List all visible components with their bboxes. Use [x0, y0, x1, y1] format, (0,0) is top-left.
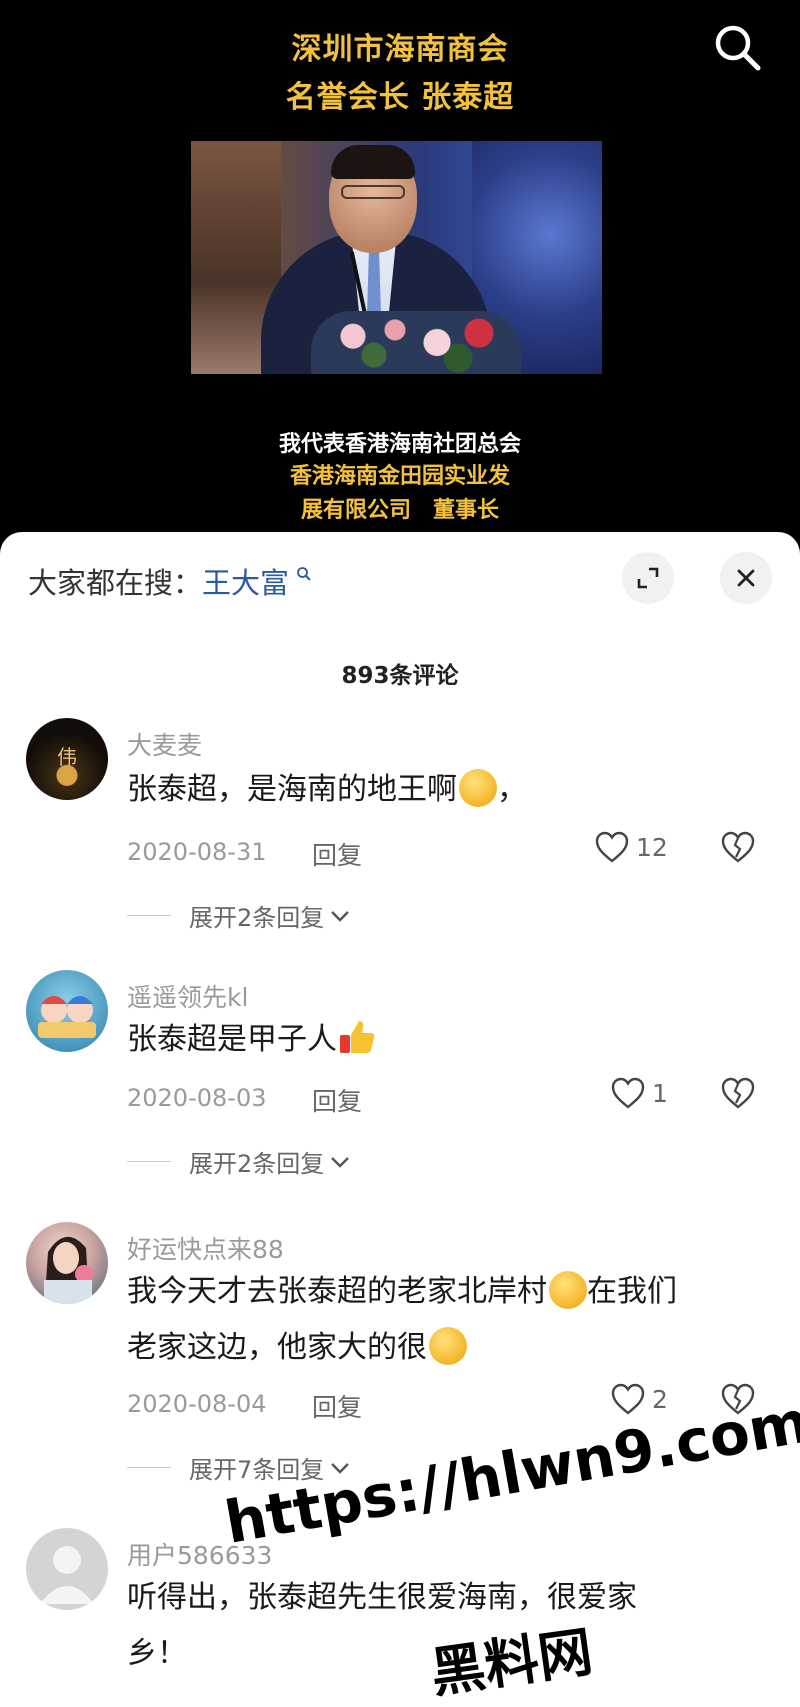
- comment-text-body: 张泰超，是海南的地王啊: [127, 772, 457, 807]
- comments-panel: 大家都在搜：王大富 893条评论 伟 大麦麦 张泰超，是海南的地王啊 ， 2020…: [0, 532, 800, 1707]
- like-count: 2: [652, 1384, 668, 1414]
- search-suggestion[interactable]: 大家都在搜：王大富: [28, 560, 312, 602]
- heart-icon: [595, 831, 629, 863]
- video-caption-line-3: 展有限公司 董事长: [300, 498, 499, 523]
- flower-arrangement: [311, 311, 521, 374]
- comment-username[interactable]: 大麦麦: [127, 726, 202, 762]
- comment-text: 张泰超是甲子人: [127, 1012, 737, 1068]
- comment-text-line-1: 我今天才去张泰超的老家北岸村: [127, 1274, 547, 1309]
- like-count: 12: [636, 832, 668, 862]
- avatar[interactable]: [26, 1222, 108, 1304]
- comment-username[interactable]: 遥遥领先kl: [127, 978, 248, 1014]
- svg-text:伟: 伟: [57, 745, 77, 769]
- pleading-emoji: [429, 1326, 467, 1365]
- heart-icon: [611, 1383, 645, 1415]
- video-frame: [191, 141, 602, 374]
- comment-username[interactable]: 好运快点来88: [127, 1230, 284, 1266]
- search-icon[interactable]: [712, 22, 764, 74]
- broken-heart-icon[interactable]: [720, 830, 756, 868]
- comment-date: 2020-08-31: [127, 838, 267, 866]
- like-button[interactable]: 12: [594, 830, 668, 864]
- broken-heart-icon[interactable]: [720, 1076, 756, 1114]
- comment-text-suffix: ，: [497, 772, 527, 807]
- comment-date: 2020-08-03: [127, 1084, 267, 1112]
- chevron-down-icon: [331, 910, 350, 922]
- video-player[interactable]: 深圳市海南商会 名誉会长 张泰超 我代表香港海南社团总会 香港海南金田园实业发 …: [0, 0, 800, 540]
- thumbs-up-emoji: [340, 1020, 375, 1053]
- like-button[interactable]: 1: [610, 1076, 668, 1110]
- search-suggestion-prefix: 大家都在搜：: [28, 566, 203, 600]
- expand-replies-label: 展开2条回复: [189, 904, 325, 932]
- comment-date: 2020-08-04: [127, 1390, 267, 1418]
- comment-text: 张泰超，是海南的地王啊 ，: [127, 762, 737, 818]
- small-search-icon: [291, 567, 312, 586]
- avatar[interactable]: [26, 970, 108, 1052]
- heart-icon: [611, 1077, 645, 1109]
- search-suggestion-keyword[interactable]: 王大富: [202, 566, 289, 600]
- comment-text-body: 张泰超是甲子人: [127, 1022, 337, 1057]
- avatar[interactable]: [26, 1528, 108, 1610]
- expand-replies-button[interactable]: 展开2条回复: [127, 1144, 352, 1179]
- reply-button[interactable]: 回复: [312, 1388, 362, 1424]
- video-caption-line-2: 香港海南金田园实业发: [289, 464, 510, 489]
- close-icon[interactable]: [720, 552, 772, 604]
- like-button[interactable]: 2: [610, 1382, 668, 1416]
- rofl-emoji: [549, 1270, 587, 1309]
- expand-icon[interactable]: [622, 552, 674, 604]
- comment-text-line-2: 老家这边，他家大的很: [127, 1330, 427, 1365]
- reply-button[interactable]: 回复: [312, 1082, 362, 1118]
- reply-button[interactable]: 回复: [312, 836, 362, 872]
- video-caption-line-1: 我代表香港海南社团总会: [278, 432, 521, 457]
- rofl-emoji: [459, 768, 497, 807]
- avatar[interactable]: 伟: [26, 718, 108, 800]
- expand-replies-label: 展开2条回复: [189, 1150, 325, 1178]
- expand-replies-button[interactable]: 展开2条回复: [127, 898, 352, 933]
- comment-text-line-2: 乡！: [127, 1636, 187, 1671]
- video-title-line-1: 深圳市海南商会: [291, 32, 509, 67]
- video-title-line-2: 名誉会长 张泰超: [285, 80, 515, 115]
- like-count: 1: [652, 1078, 668, 1108]
- comment-count: 893条评论: [341, 663, 459, 689]
- chevron-down-icon: [331, 1156, 350, 1168]
- comment-text-line-1-suffix: 在我们: [587, 1274, 677, 1309]
- comment-text: 我今天才去张泰超的老家北岸村 在我们老家这边，他家大的很: [127, 1264, 737, 1376]
